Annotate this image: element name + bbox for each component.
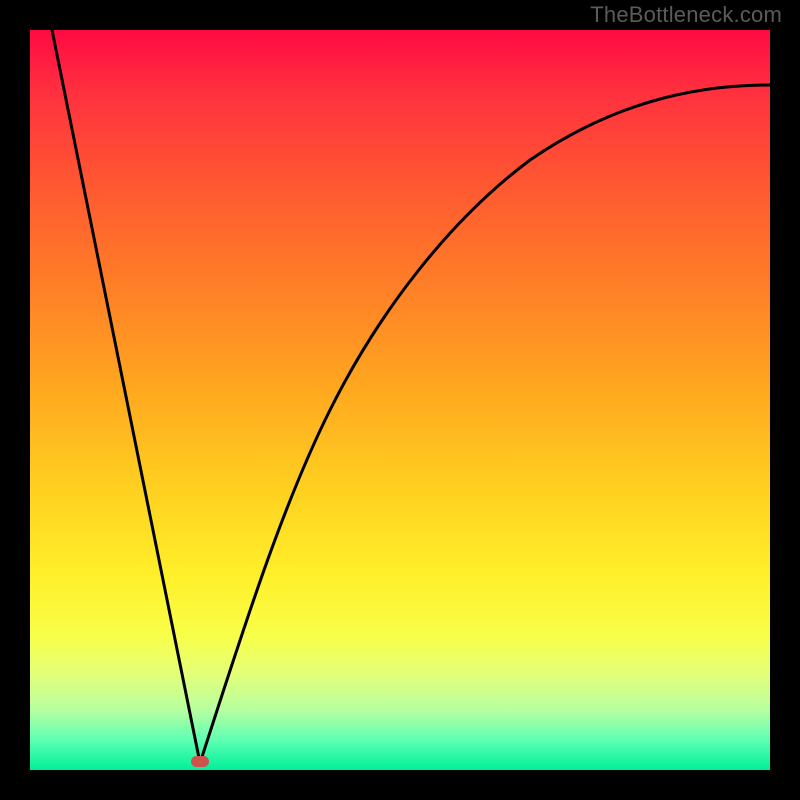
plot-area: [30, 30, 770, 770]
chart-frame: TheBottleneck.com: [0, 0, 800, 800]
minimum-marker: [191, 756, 209, 767]
bottleneck-curve: [30, 30, 770, 770]
curve-path: [52, 30, 770, 763]
watermark-text: TheBottleneck.com: [590, 2, 782, 28]
